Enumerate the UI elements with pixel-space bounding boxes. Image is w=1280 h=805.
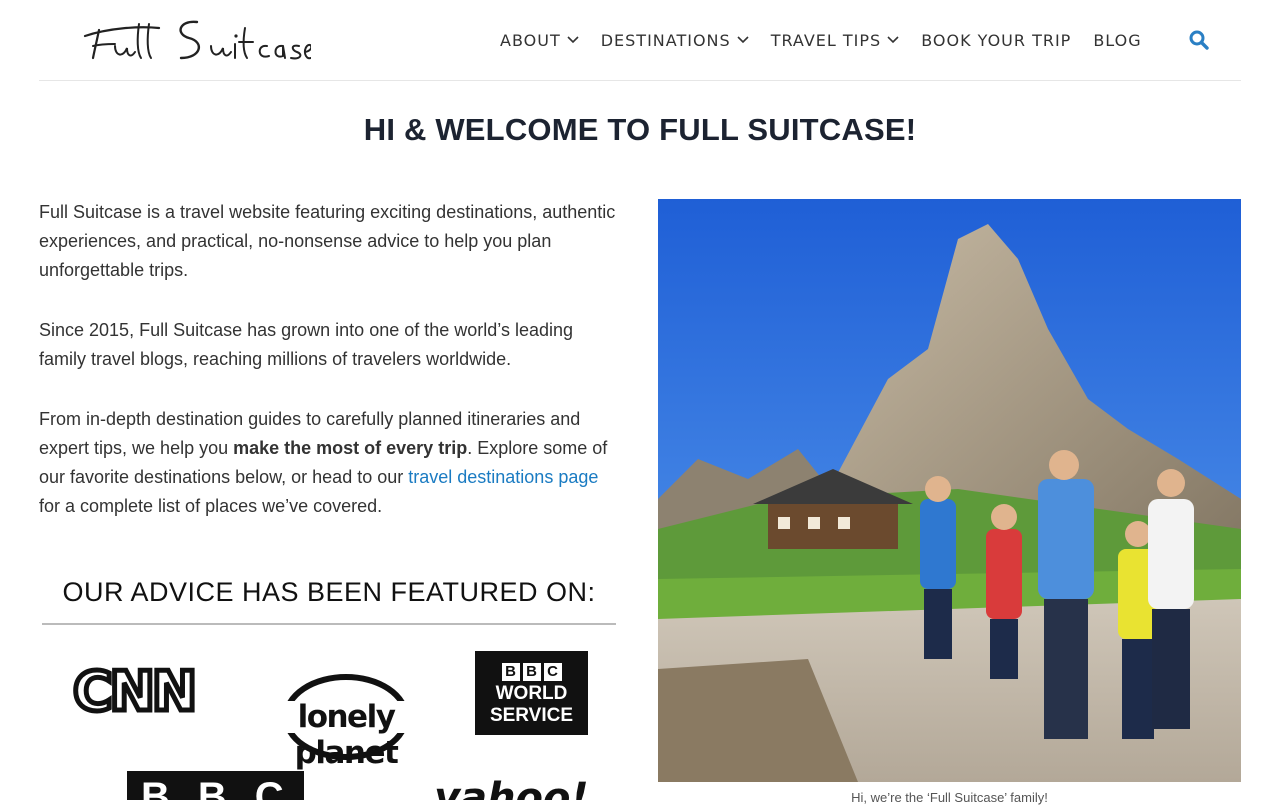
nav-item-label: BLOG — [1093, 30, 1142, 50]
nav-item-label: DESTINATIONS — [600, 30, 731, 50]
bbc-ws-line: SERVICE — [489, 705, 574, 726]
intro-paragraph: Full Suitcase is a travel website featur… — [39, 202, 616, 280]
bbc-wordmark: BBC — [141, 775, 312, 800]
bbc-letter: B — [501, 663, 520, 681]
paragraph-bold-text: make the most of every trip — [233, 438, 468, 458]
bbc-world-service-logo: B B C WORLD SERVICE — [475, 651, 588, 735]
chevron-down-icon — [567, 36, 579, 44]
search-icon[interactable] — [1189, 30, 1209, 50]
nav-item-book-your-trip[interactable]: BOOK YOUR TRIP — [921, 31, 1071, 50]
nav-item-travel-tips[interactable]: TRAVEL TIPS — [771, 31, 900, 50]
bbc-letter: C — [543, 663, 562, 681]
bbc-ws-line: WORLD — [495, 683, 568, 704]
intro-paragraph: Since 2015, Full Suitcase has grown into… — [39, 320, 573, 369]
chevron-down-icon — [737, 36, 749, 44]
family-photo — [658, 199, 1241, 782]
mountain-photo-illustration — [658, 199, 1241, 782]
yahoo-logo: yahoo! — [434, 775, 589, 800]
site-logo[interactable] — [79, 14, 311, 64]
cnn-logo: CNN — [71, 659, 200, 724]
lonely-planet-wordmark: lonely planet — [294, 699, 399, 771]
chevron-down-icon — [887, 36, 899, 44]
nav-item-about[interactable]: ABOUT — [500, 31, 579, 50]
nav-item-label: ABOUT — [500, 30, 561, 50]
site-header: ABOUT DESTINATIONS TRAVEL TIPS BOOK YOUR… — [39, 0, 1241, 81]
featured-on-banner: OUR ADVICE HAS BEEN FEATURED ON: CNN lon… — [39, 565, 624, 800]
main-nav: ABOUT DESTINATIONS TRAVEL TIPS BOOK YOUR… — [500, 28, 1142, 52]
page-title: HI & WELCOME TO FULL SUITCASE! — [363, 112, 917, 147]
intro-text: Full Suitcase is a travel website featur… — [39, 198, 624, 552]
nav-item-label: BOOK YOUR TRIP — [921, 30, 1072, 50]
nav-item-blog[interactable]: BLOG — [1093, 31, 1141, 50]
bbc-letter: B — [522, 663, 541, 681]
bbc-logo: BBC — [127, 771, 304, 800]
paragraph-text: for a complete list of places we’ve cove… — [39, 496, 383, 516]
nav-item-label: TRAVEL TIPS — [770, 30, 882, 50]
photo-caption: Hi, we’re the ‘Full Suitcase’ family! — [851, 790, 1048, 805]
travel-destinations-link[interactable]: travel destinations page — [408, 467, 598, 487]
intro-paragraph: From in-depth destination guides to care… — [39, 405, 624, 521]
featured-heading: OUR ADVICE HAS BEEN FEATURED ON: — [62, 577, 596, 607]
nav-item-destinations[interactable]: DESTINATIONS — [601, 31, 749, 50]
lonely-planet-logo: lonely planet — [251, 673, 441, 771]
divider — [42, 623, 616, 625]
